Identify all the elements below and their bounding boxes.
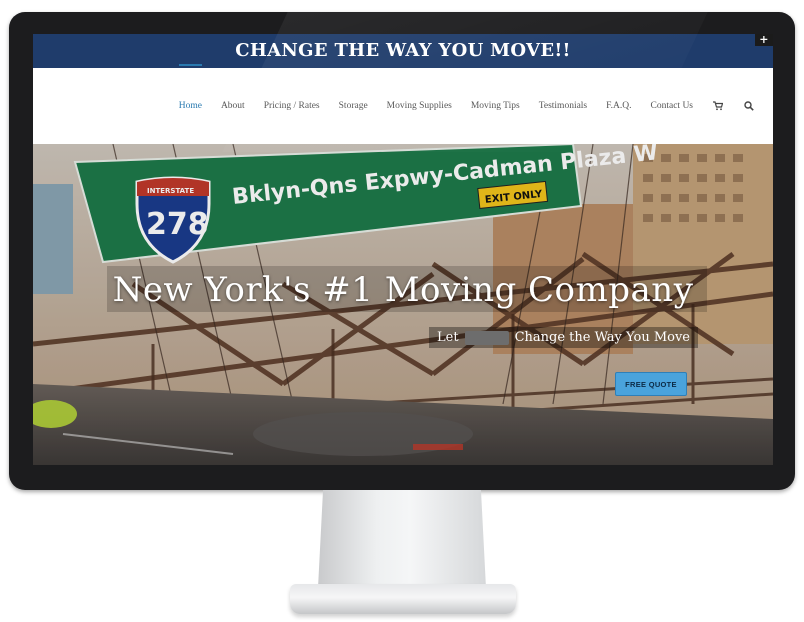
hero-headline: New York's #1 Moving Company (112, 270, 694, 310)
nav-item-faq[interactable]: F.A.Q. (606, 101, 631, 111)
banner-text: CHANGE THE WAY YOU MOVE!! (235, 40, 571, 61)
monitor-screen: CHANGE THE WAY YOU MOVE!! + Home About P… (33, 34, 773, 465)
main-nav: Home About Pricing / Rates Storage Movin… (178, 64, 755, 144)
monitor-bezel: CHANGE THE WAY YOU MOVE!! + Home About P… (9, 12, 795, 490)
monitor-stand-base (290, 584, 516, 614)
search-icon[interactable] (743, 100, 755, 112)
hero-tagline: Let Change the Way You Move (429, 327, 698, 348)
tagline-suffix: Change the Way You Move (514, 330, 690, 345)
free-quote-button[interactable]: FREE QUOTE (615, 372, 687, 396)
nav-item-about[interactable]: About (221, 101, 245, 111)
nav-item-moving-tips[interactable]: Moving Tips (471, 101, 520, 111)
nav-item-moving-supplies[interactable]: Moving Supplies (387, 101, 452, 111)
nav-item-home[interactable]: Home (178, 64, 203, 111)
nav-item-pricing[interactable]: Pricing / Rates (264, 101, 320, 111)
hero-section: Bklyn-Qns Expwy-Cadman Plaza W EXIT ONLY… (33, 144, 773, 465)
nav-item-contact-us[interactable]: Contact Us (651, 101, 693, 111)
cart-icon[interactable] (712, 100, 724, 112)
tagline-prefix: Let (437, 330, 459, 345)
navbar: Home About Pricing / Rates Storage Movin… (33, 64, 773, 144)
nav-item-testimonials[interactable]: Testimonials (539, 101, 587, 111)
nav-item-storage[interactable]: Storage (339, 101, 368, 111)
redacted-company-name (464, 330, 509, 345)
top-banner: CHANGE THE WAY YOU MOVE!! + (33, 34, 773, 68)
monitor-stand-neck (318, 490, 486, 588)
plus-icon[interactable]: + (755, 34, 773, 46)
